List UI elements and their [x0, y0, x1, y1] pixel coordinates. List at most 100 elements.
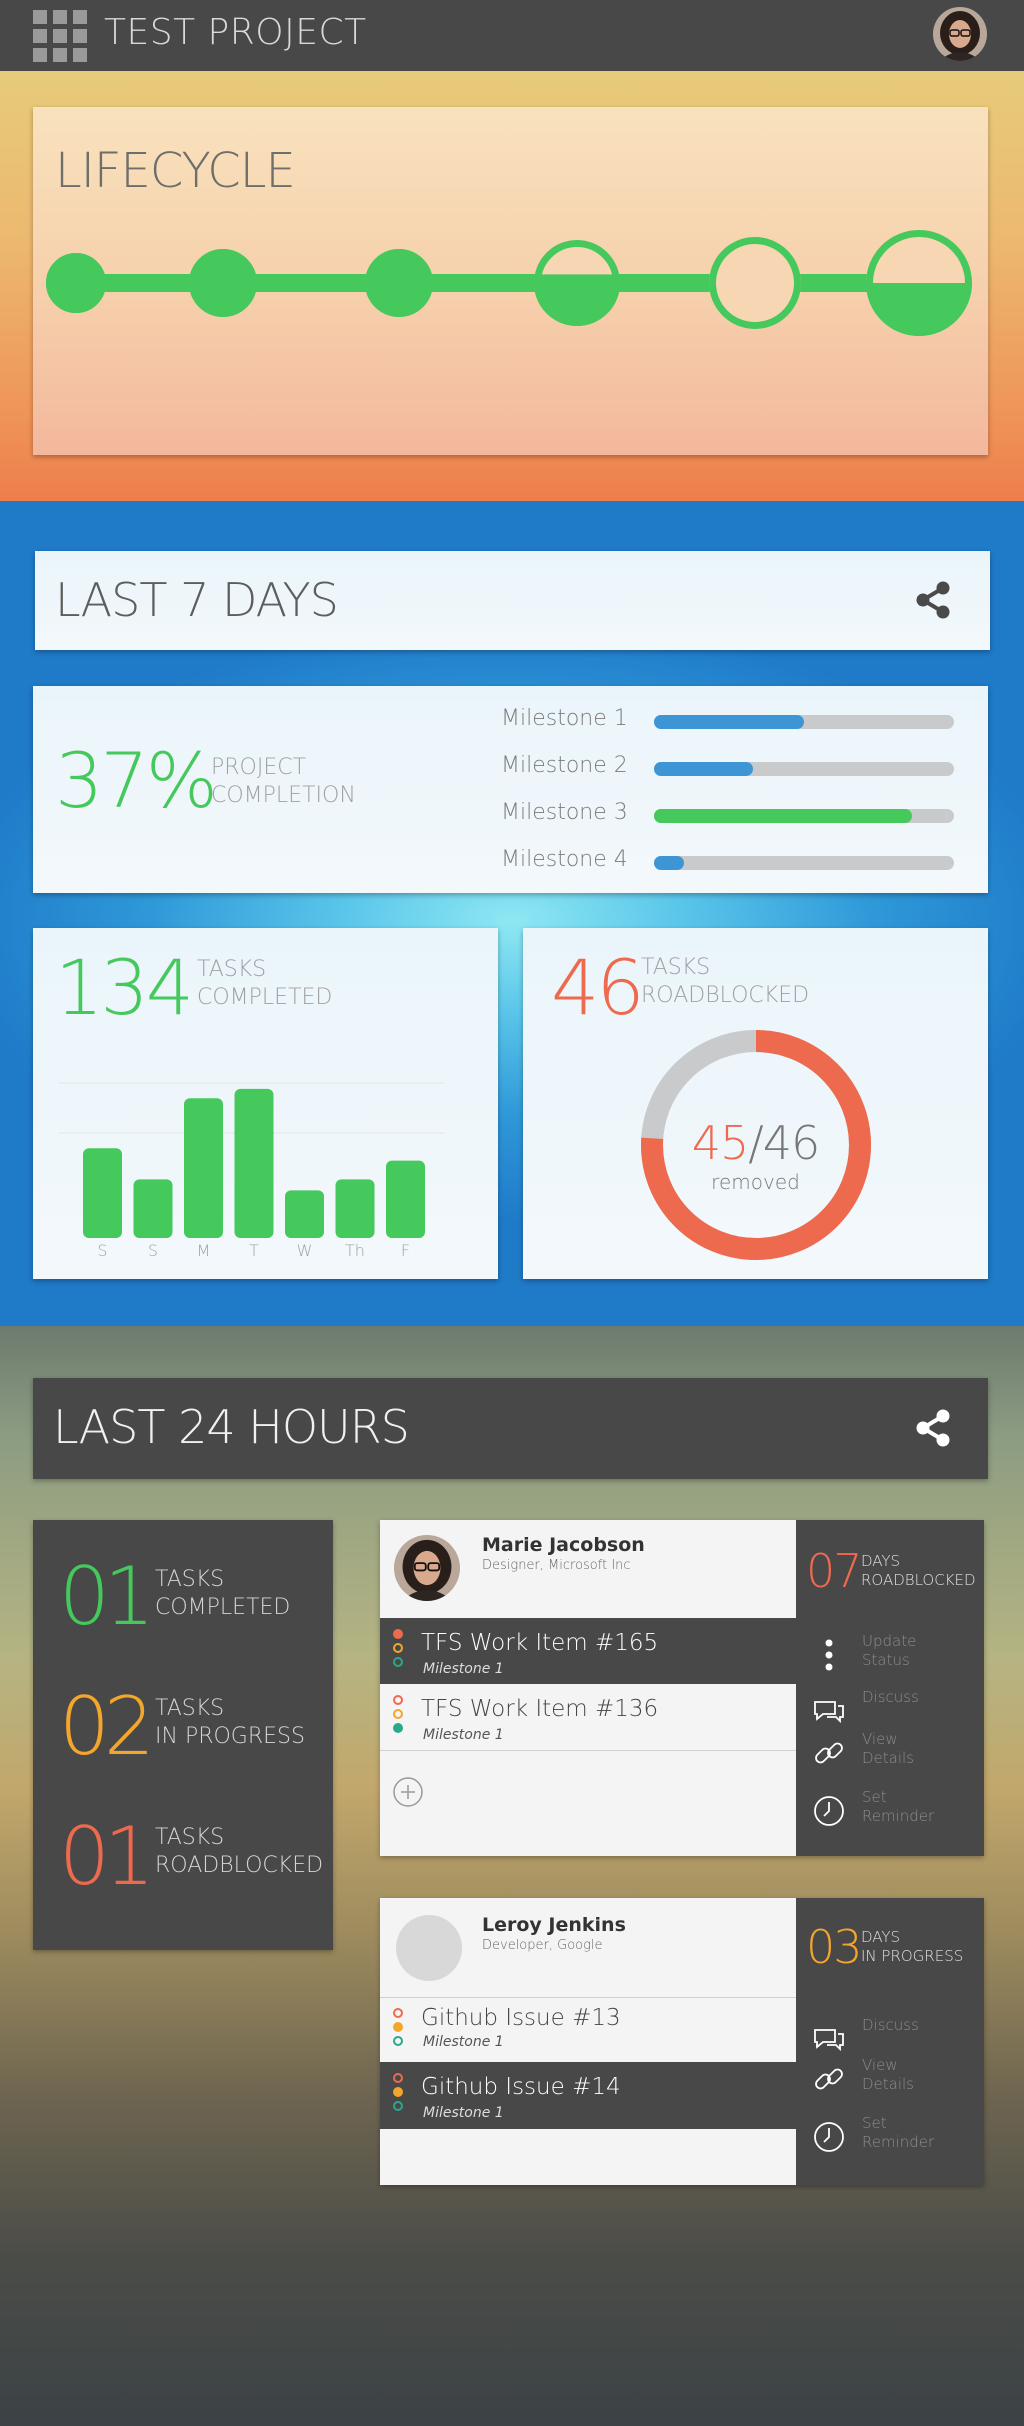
- person-name: Leroy Jenkins: [482, 1914, 626, 1936]
- stat-completed-label: TASKS COMPLETED: [155, 1566, 290, 1622]
- stat-in-progress-value: 02: [59, 1680, 155, 1773]
- stat-in-progress-line1: TASKS: [155, 1696, 225, 1721]
- more-vertical-icon: [825, 1639, 833, 1671]
- action-label-line2: Reminder: [862, 2133, 935, 2151]
- milestone-row: Milestone 3: [33, 800, 988, 830]
- work-item-title: TFS Work Item #165: [421, 1630, 659, 1656]
- work-item-milestone: Milestone 1: [423, 2105, 504, 2121]
- stat-roadblocked-line1: TASKS: [155, 1825, 225, 1850]
- work-item[interactable]: Github Issue #13 Milestone 1: [380, 1998, 796, 2064]
- clock-icon: [814, 1796, 844, 1826]
- x-tick-label: M: [197, 1241, 211, 1260]
- work-item[interactable]: TFS Work Item #136 Milestone 1: [380, 1684, 796, 1750]
- action-label-line2: Details: [862, 1749, 915, 1767]
- lifecycle-card: LIFECYCLE: [33, 107, 988, 455]
- days-label-line2: ROADBLOCKED: [861, 1571, 976, 1589]
- lifecycle-stage[interactable]: [534, 240, 620, 326]
- stat-in-progress-label: TASKS IN PROGRESS: [155, 1695, 305, 1751]
- x-tick-label: Th: [345, 1241, 365, 1260]
- share-icon[interactable]: [913, 1408, 953, 1448]
- person-card-marie: Marie Jacobson Designer, Microsoft Inc T…: [380, 1520, 984, 1856]
- tasks-completed-bar-chart: S S M T W Th F: [58, 1082, 445, 1260]
- work-item[interactable]: TFS Work Item #165 Milestone 1: [380, 1618, 796, 1684]
- lifecycle-stage[interactable]: [189, 249, 257, 317]
- milestone-label: Milestone 4: [501, 847, 628, 872]
- milestone-label: Milestone 3: [501, 800, 628, 825]
- milestone-row: Milestone 1: [33, 706, 988, 736]
- action-label-line1: View: [862, 1730, 898, 1748]
- bar: [234, 1088, 274, 1238]
- last-7-days-header: LAST 7 DAYS: [35, 551, 990, 650]
- action-label-line2: Status: [862, 1651, 910, 1669]
- x-tick-label: F: [401, 1241, 410, 1260]
- person-card-leroy: Leroy Jenkins Developer, Google Github I…: [380, 1898, 984, 2185]
- lifecycle-stage[interactable]: [365, 249, 433, 317]
- milestone-row: Milestone 4: [33, 847, 988, 877]
- status-dot: [393, 2036, 403, 2046]
- removed-count: 45: [691, 1116, 750, 1170]
- lifecycle-stage[interactable]: [866, 230, 972, 336]
- user-avatar[interactable]: [933, 7, 987, 61]
- status-dot: [393, 2022, 403, 2032]
- person-avatar-placeholder[interactable]: [396, 1915, 462, 1981]
- lifecycle-stage[interactable]: [46, 253, 106, 313]
- action-label-line1: Set: [862, 2114, 887, 2132]
- set-reminder-action[interactable]: Set Reminder: [802, 1788, 972, 1838]
- x-tick-label: S: [97, 1241, 107, 1260]
- status-dot: [393, 2073, 403, 2083]
- set-reminder-action[interactable]: Set Reminder: [802, 2114, 972, 2164]
- view-details-action[interactable]: View Details: [802, 1730, 972, 1780]
- share-icon[interactable]: [913, 580, 953, 620]
- work-item-milestone: Milestone 1: [423, 1661, 504, 1677]
- days-count: 03: [806, 1920, 863, 1974]
- add-item-icon[interactable]: [392, 1776, 424, 1808]
- work-item[interactable]: Github Issue #14 Milestone 1: [380, 2062, 796, 2129]
- status-dot: [393, 1709, 403, 1719]
- milestone-label: Milestone 1: [501, 706, 628, 731]
- bar: [83, 1148, 122, 1238]
- milestone-progress-bar: [654, 715, 954, 729]
- stat-completed-value: 01: [59, 1550, 155, 1643]
- action-label-line1: View: [862, 2056, 898, 2074]
- stat-completed-line2: COMPLETED: [155, 1595, 291, 1620]
- milestone-label: Milestone 2: [501, 753, 628, 778]
- milestone-progress-fill: [654, 809, 912, 823]
- status-dot: [393, 1629, 403, 1639]
- milestone-progress-fill: [654, 762, 753, 776]
- donut-center-value: 45/46: [523, 1116, 988, 1170]
- update-status-action[interactable]: Update Status: [802, 1632, 972, 1682]
- days-label: DAYS ROADBLOCKED: [861, 1552, 976, 1590]
- stat-roadblocked-line2: ROADBLOCKED: [155, 1853, 324, 1878]
- days-label-line2: IN PROGRESS: [861, 1947, 964, 1965]
- removed-label: removed: [711, 1170, 800, 1194]
- person-role: Developer, Google: [482, 1938, 603, 1953]
- stat-in-progress-line2: IN PROGRESS: [155, 1724, 305, 1749]
- work-item-milestone: Milestone 1: [423, 2034, 504, 2050]
- days-count: 07: [806, 1544, 863, 1598]
- days-label-line1: DAYS: [861, 1928, 901, 1946]
- lifecycle-stage[interactable]: [709, 237, 801, 329]
- last-24-stats-card: 01 TASKS COMPLETED 02 TASKS IN PROGRESS …: [33, 1520, 333, 1950]
- chat-icon: [814, 2029, 844, 2052]
- status-dot: [393, 1643, 403, 1653]
- work-item-title: Github Issue #14: [421, 2074, 621, 2100]
- status-dot: [393, 2087, 403, 2097]
- top-bar: TEST PROJECT: [0, 0, 1024, 71]
- person-avatar[interactable]: [394, 1535, 460, 1601]
- clock-icon: [814, 2122, 844, 2152]
- person-role: Designer, Microsoft Inc: [482, 1558, 631, 1573]
- last-7-days-title: LAST 7 DAYS: [55, 573, 339, 627]
- action-label-line1: Discuss: [862, 1688, 919, 1706]
- work-item-title: TFS Work Item #136: [421, 1696, 659, 1722]
- bar: [133, 1179, 173, 1238]
- apps-grid-icon[interactable]: [33, 10, 87, 62]
- last-24-hours-header: LAST 24 HOURS: [33, 1378, 988, 1479]
- view-details-action[interactable]: View Details: [802, 2056, 972, 2106]
- action-label-line1: Discuss: [862, 2016, 919, 2034]
- milestone-progress-bar: [654, 809, 954, 823]
- milestone-progress-bar: [654, 856, 954, 870]
- status-dot: [393, 1723, 403, 1733]
- x-tick-label: S: [148, 1241, 158, 1260]
- work-item-milestone: Milestone 1: [423, 1727, 504, 1743]
- bar: [386, 1160, 425, 1238]
